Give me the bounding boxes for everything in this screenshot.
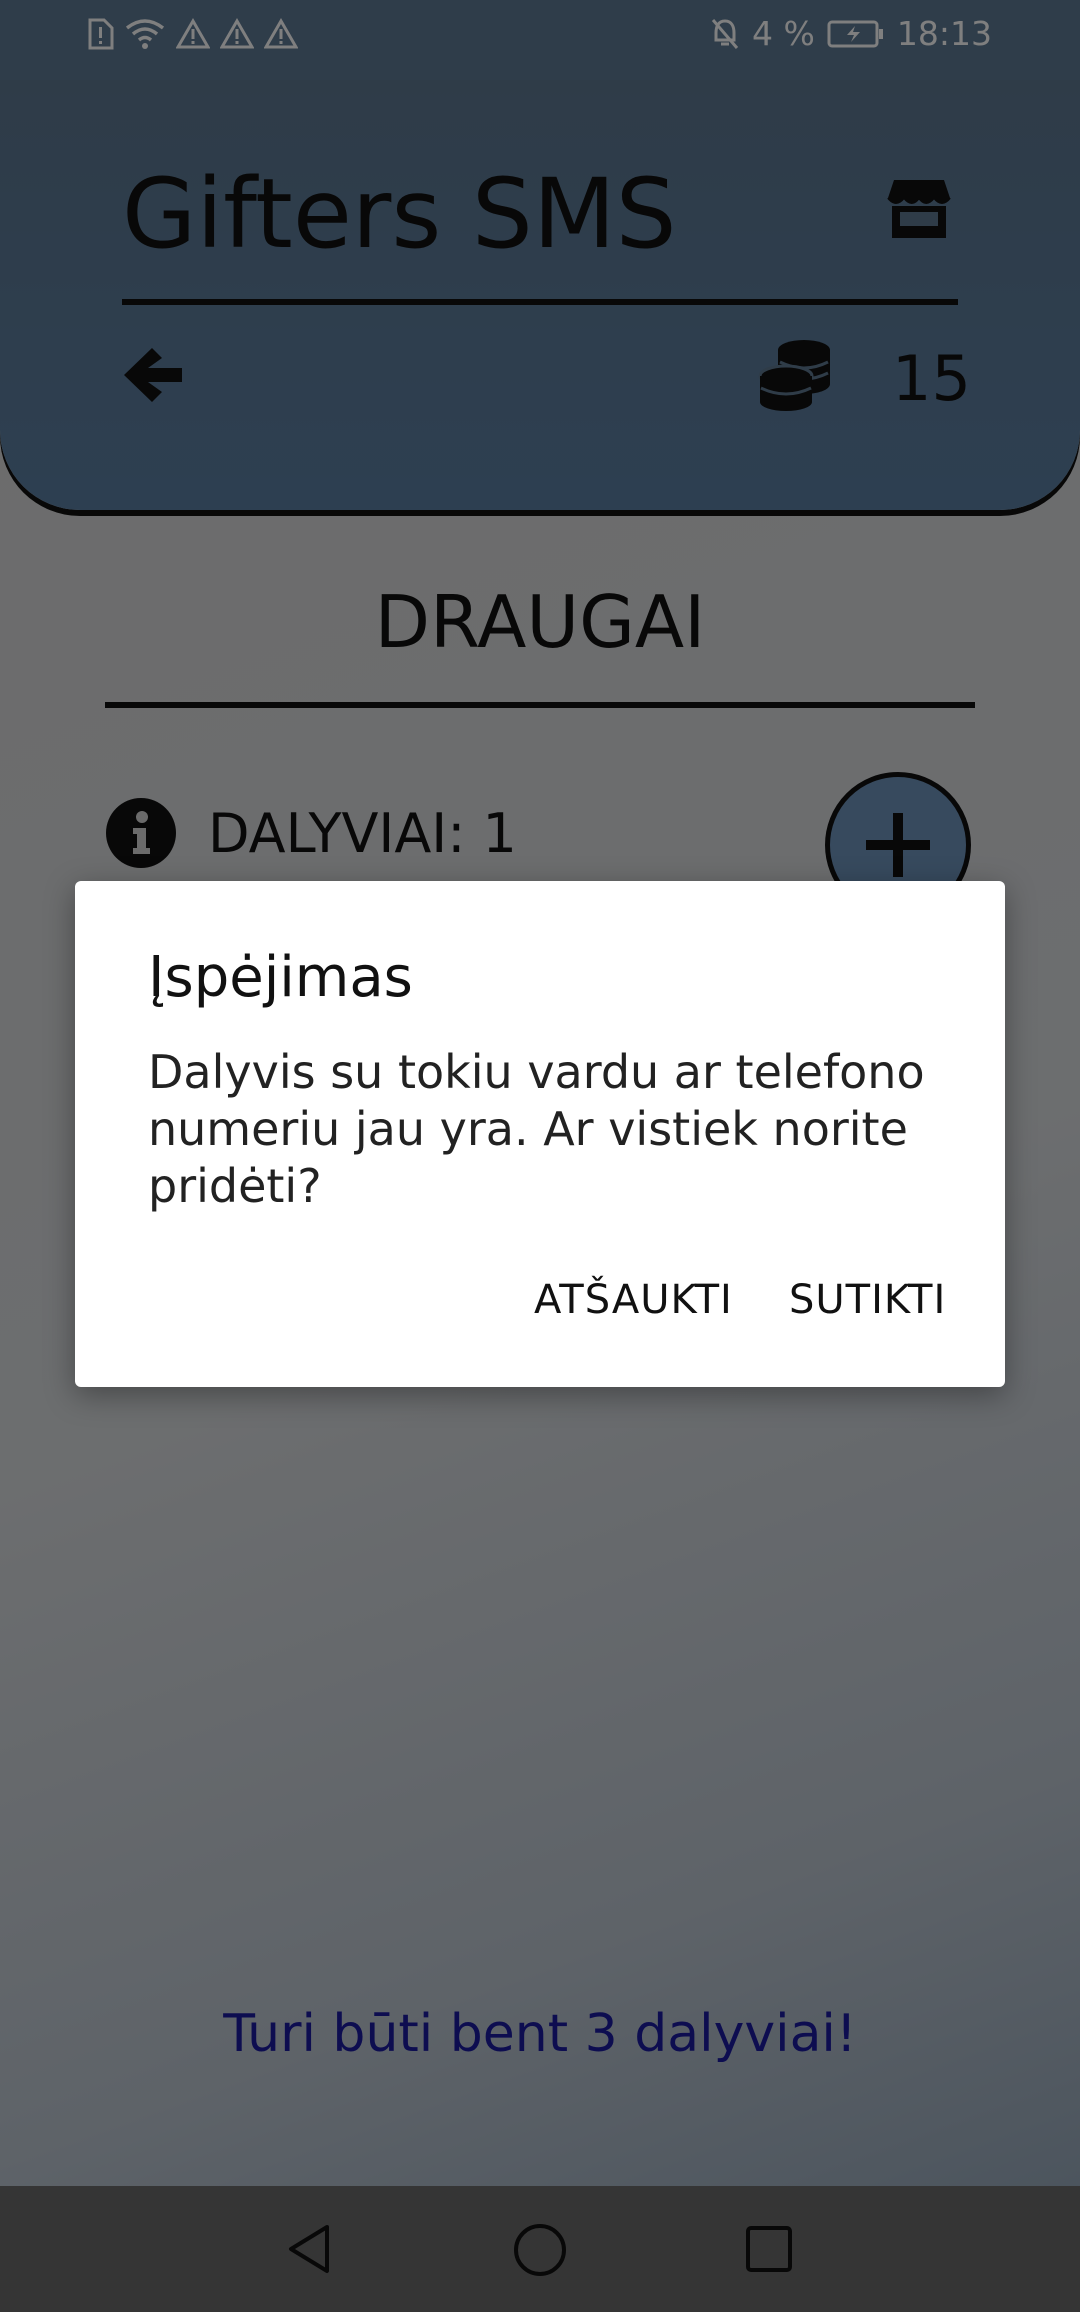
cancel-button[interactable]: ATŠAUKTI	[534, 1277, 733, 1323]
confirm-button[interactable]: SUTIKTI	[789, 1277, 946, 1323]
dialog-title: Įspėjimas	[148, 945, 413, 1010]
dialog-message: Dalyvis su tokiu vardu ar telefono numer…	[148, 1045, 925, 1213]
warning-dialog: Įspėjimas Dalyvis su tokiu vardu ar tele…	[75, 881, 1005, 1387]
